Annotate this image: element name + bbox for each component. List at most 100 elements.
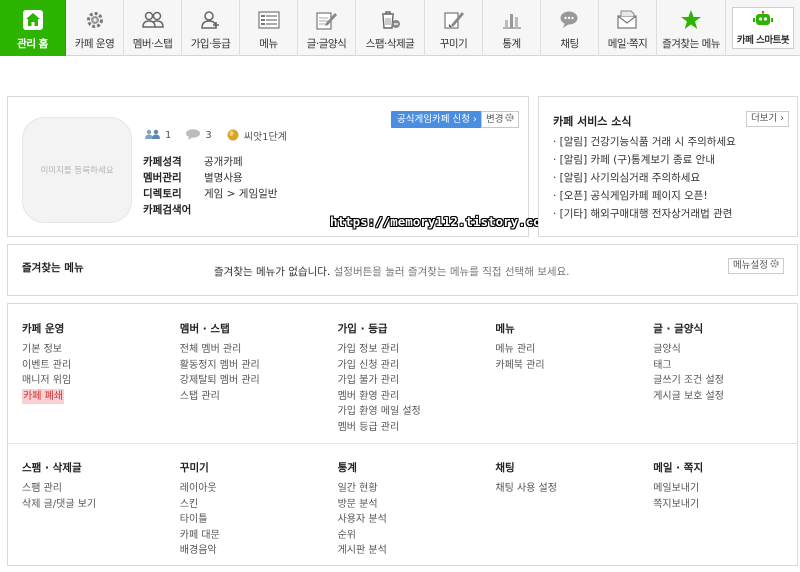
menu-link[interactable]: 강제탈퇴 멤버 관리	[180, 373, 260, 389]
menu-link[interactable]: 쪽지보내기	[653, 497, 699, 513]
tab-decorate[interactable]: 꾸미기	[425, 0, 483, 56]
menu-link[interactable]: 가입 불가 관리	[338, 373, 400, 389]
menu-group-decorate: 꾸미기 레이아웃 스킨 타이틀 카페 대문 배경음악	[166, 460, 324, 559]
star-icon	[680, 9, 702, 31]
tab-menu[interactable]: 메뉴	[240, 0, 298, 56]
menu-group-title: 가입 · 등급	[337, 323, 388, 335]
tab-chat[interactable]: 채팅	[541, 0, 599, 56]
smartbot-box[interactable]: 카페 스마트봇	[732, 7, 794, 49]
menu-group-menu: 메뉴 메뉴 관리 카페북 관리	[481, 321, 639, 435]
menu-divider	[8, 443, 797, 444]
member-count: 1	[165, 130, 172, 141]
watermark-text: https://memory112.tistory.com	[330, 214, 549, 229]
menu-link[interactable]: 방문 분석	[338, 497, 378, 513]
menu-group-title: 통계	[337, 462, 357, 474]
tab-spam-deleted[interactable]: 스팸·삭제글	[356, 0, 425, 56]
tab-member-staff[interactable]: 멤버·스탭	[124, 0, 182, 56]
menu-group-spam-deleted: 스팸 · 삭제글 스팸 관리 삭제 글/댓글 보기	[8, 460, 166, 559]
menu-link-highlighted[interactable]: 카페 폐쇄	[22, 388, 64, 404]
tab-smartbot[interactable]: 카페 스마트봇	[726, 0, 800, 56]
comment-count: 3	[205, 130, 212, 141]
info-row: 카페검색어	[143, 201, 277, 217]
menu-link[interactable]: 기본 정보	[22, 342, 62, 358]
menu-setting-button[interactable]: 메뉴설정	[728, 258, 784, 274]
menu-link[interactable]: 사용자 분석	[338, 512, 387, 528]
menu-link[interactable]: 배경음악	[180, 543, 217, 559]
menu-link[interactable]: 카페 대문	[180, 528, 220, 544]
menu-group-title: 카페 운영	[22, 323, 65, 335]
user-add-icon	[200, 9, 222, 31]
tab-label: 스팸·삭제글	[365, 38, 415, 50]
news-item[interactable]: · [알림] 건강기능식품 거래 시 주의하세요	[553, 133, 736, 151]
menu-link[interactable]: 일간 현황	[338, 481, 378, 497]
news-item[interactable]: · [오픈] 공식게임카페 페이지 오픈!	[553, 187, 736, 205]
menu-link[interactable]: 삭제 글/댓글 보기	[22, 497, 96, 513]
tab-join-grade[interactable]: 가입·등급	[182, 0, 240, 56]
menu-link[interactable]: 가입 환영 메일 설정	[338, 404, 421, 420]
menu-group-cafe-operation: 카페 운영 기본 정보 이벤트 관리 매니저 위임 카페 폐쇄	[8, 321, 166, 435]
tab-label: 채팅	[560, 38, 579, 50]
menu-link[interactable]: 글양식	[653, 342, 681, 358]
admin-menu-panel: 카페 운영 기본 정보 이벤트 관리 매니저 위임 카페 폐쇄 멤버 · 스탭 …	[7, 303, 798, 566]
menu-link[interactable]: 레이아웃	[180, 481, 217, 497]
favorite-menu-panel: 즐겨찾는 메뉴 즐겨찾는 메뉴가 없습니다. 설정버튼을 눌러 즐겨찾는 메뉴를…	[7, 244, 798, 296]
menu-link[interactable]: 타이틀	[180, 512, 208, 528]
info-row: 멤버관리 별명사용	[143, 169, 277, 185]
more-button[interactable]: 더보기 ›	[745, 111, 789, 127]
menu-group-title: 메일 · 쪽지	[653, 462, 704, 474]
menu-link[interactable]: 활동정지 멤버 관리	[180, 358, 260, 374]
news-item[interactable]: · [알림] 사기의심거래 주의하세요	[553, 169, 736, 187]
menu-link[interactable]: 스팸 관리	[22, 481, 62, 497]
menu-link[interactable]: 태그	[653, 358, 671, 374]
news-item[interactable]: · [기타] 해외구매대행 전자상거래법 관련	[553, 205, 736, 223]
tab-mail-note[interactable]: 메일·쪽지	[599, 0, 657, 56]
house-icon	[22, 9, 44, 31]
seed-level-icon	[226, 127, 240, 144]
chat-bubble-icon	[559, 9, 581, 31]
info-key: 디렉토리	[143, 187, 182, 200]
favorite-menu-title: 즐겨찾는 메뉴	[22, 262, 84, 274]
menu-group-title: 채팅	[495, 462, 515, 474]
menu-link[interactable]: 채팅 사용 설정	[495, 481, 557, 497]
menu-link[interactable]: 이벤트 관리	[22, 358, 71, 374]
menu-group-title: 스팸 · 삭제글	[22, 462, 82, 474]
menu-link[interactable]: 카페북 관리	[495, 358, 544, 374]
empty-message-sub: 설정버튼을 눌러 즐겨찾는 메뉴를 직접 선택해 보세요.	[333, 266, 570, 278]
tab-statistics[interactable]: 통계	[483, 0, 541, 56]
menu-link[interactable]: 게시판 분석	[338, 543, 387, 559]
change-button[interactable]: 변경	[481, 111, 520, 128]
users-icon	[141, 9, 164, 31]
members-icon	[145, 129, 161, 142]
menu-setting-label: 메뉴설정	[733, 260, 768, 271]
info-value: 별명사용	[204, 171, 243, 184]
menu-link[interactable]: 글쓰기 조건 설정	[653, 373, 724, 389]
menu-link[interactable]: 멤버 등급 관리	[338, 420, 400, 436]
menu-link[interactable]: 멤버 환영 관리	[338, 389, 400, 405]
menu-group-statistics: 통계 일간 현황 방문 분석 사용자 분석 순위 게시판 분석	[324, 460, 482, 559]
menu-group-title: 글 · 글양식	[653, 323, 704, 335]
news-item[interactable]: · [알림] 카페 (구)통계보기 종료 안내	[553, 151, 736, 169]
cafe-profile-panel: 이미지를 등록하세요 1 3 씨앗1단계 공식게임카페 신청 › 변경 카페성격…	[7, 96, 548, 237]
tab-label: 가입·등급	[190, 38, 231, 50]
menu-link[interactable]: 게시글 보호 설정	[653, 389, 724, 405]
news-list: · [알림] 건강기능식품 거래 시 주의하세요 · [알림] 카페 (구)통계…	[553, 133, 736, 223]
official-game-cafe-apply-button[interactable]: 공식게임카페 신청 ›	[391, 111, 483, 128]
menu-link[interactable]: 메뉴 관리	[495, 342, 535, 358]
menu-link[interactable]: 스킨	[180, 497, 198, 513]
menu-link[interactable]: 전체 멤버 관리	[180, 342, 242, 358]
tab-label: 메뉴	[259, 38, 278, 50]
tab-favorite-menu[interactable]: 즐겨찾는 메뉴	[657, 0, 726, 56]
menu-link[interactable]: 순위	[338, 528, 356, 544]
menu-group-chat: 채팅 채팅 사용 설정	[481, 460, 639, 559]
tab-admin-home[interactable]: 관리 홈	[0, 0, 66, 56]
tab-label: 꾸미기	[439, 38, 468, 50]
tab-cafe-operation[interactable]: 카페 운영	[66, 0, 124, 56]
menu-link[interactable]: 가입 정보 관리	[338, 342, 400, 358]
menu-link[interactable]: 가입 신청 관리	[338, 358, 400, 374]
info-row: 디렉토리 게임 > 게임일반	[143, 185, 277, 201]
cafe-image-upload[interactable]: 이미지를 등록하세요	[22, 117, 132, 223]
menu-link[interactable]: 매니저 위임	[22, 373, 71, 389]
menu-link[interactable]: 메일보내기	[653, 481, 699, 497]
menu-link[interactable]: 스탭 관리	[180, 389, 220, 405]
tab-post-template[interactable]: 글·글양식	[298, 0, 356, 56]
